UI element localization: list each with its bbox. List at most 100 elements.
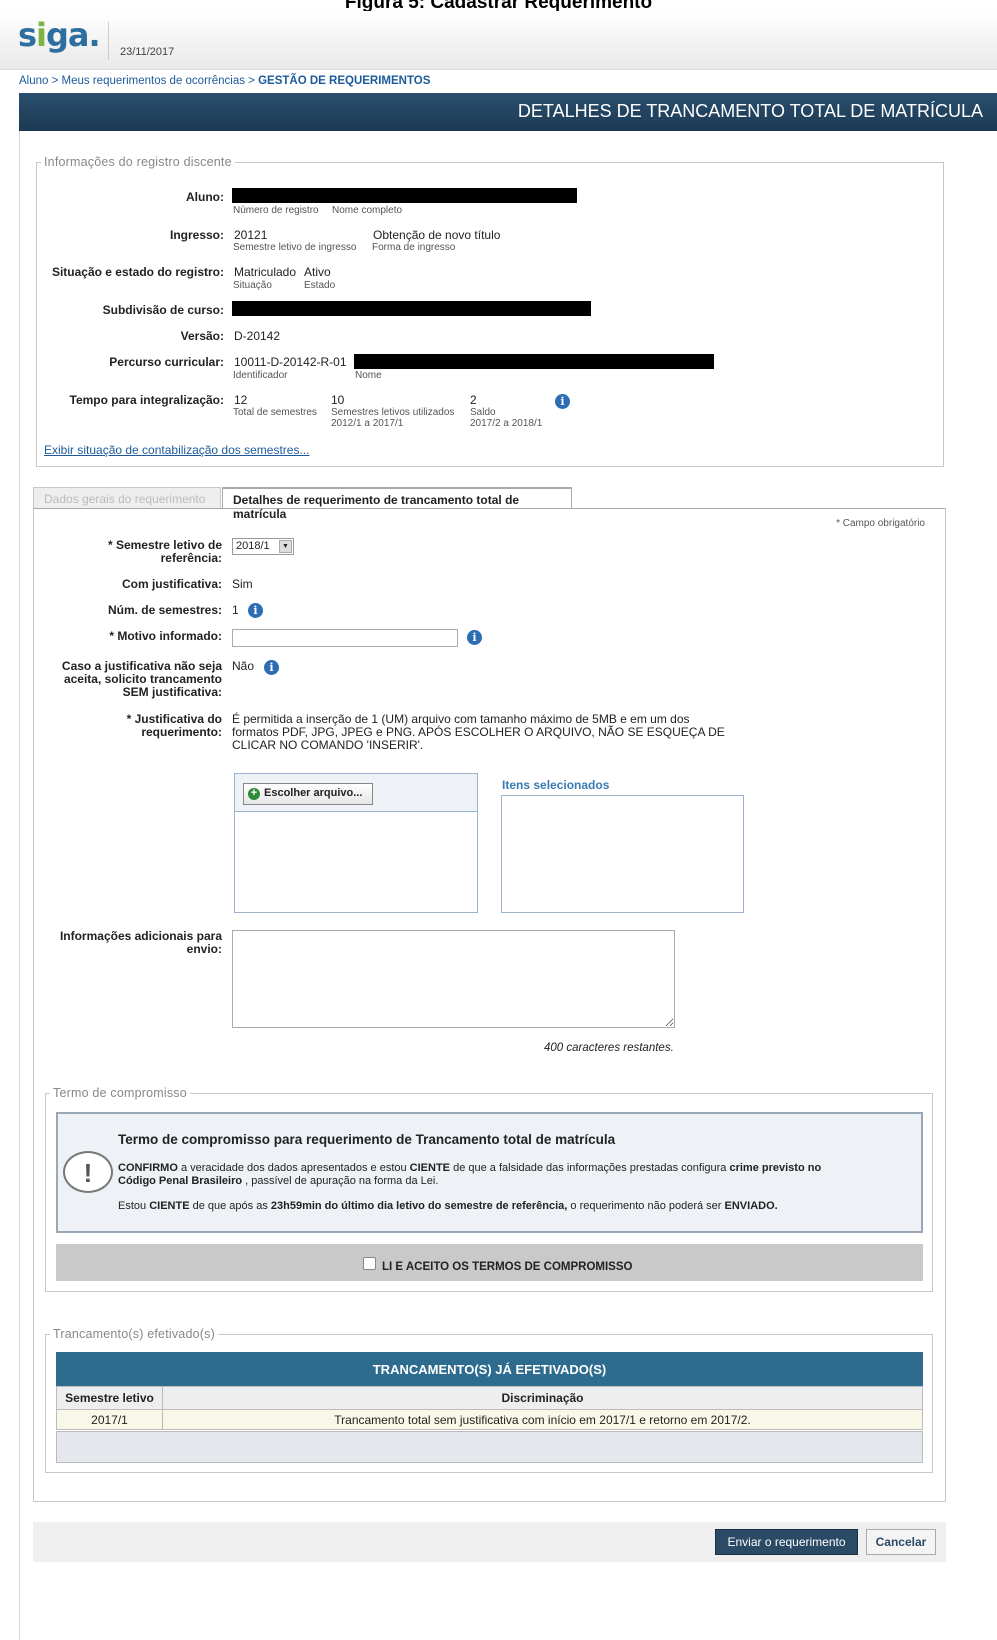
termo-crime: crime previsto no [729,1162,822,1174]
header-divider [108,22,109,60]
selected-items-list[interactable] [501,795,744,913]
semestre-label-line2: referência: [160,551,222,565]
just-req-label-line1: * Justificativa do [126,712,222,726]
caso-justificativa-value: Não [232,659,255,673]
subdivisao-label: Subdivisão de curso: [102,303,224,317]
breadcrumb-current: GESTÃO DE REQUERIMENTOS [258,75,431,87]
siga-logo[interactable]: siga. [18,16,101,54]
justificativa-instructions: É permitida a inserção de 1 (UM) arquivo… [232,713,732,752]
termo-text: , passível de apuração na forma da Lei. [242,1175,439,1187]
tempo-saldo: 2 [470,393,477,407]
accept-terms-label[interactable]: LI E ACEITO OS TERMOS DE COMPROMISSO [382,1261,632,1273]
send-request-button[interactable]: Enviar o requerimento [715,1529,858,1555]
versao-value: D-20142 [234,329,281,343]
num-semestres-label: Núm. de semestres: [107,603,222,617]
accept-terms-bar: LI E ACEITO OS TERMOS DE COMPROMISSO [56,1244,923,1281]
caso-label-line3: SEM justificativa: [122,685,222,699]
table-row: 2017/1 Trancamento total sem justificati… [56,1409,923,1430]
choose-file-label: Escolher arquivo... [264,787,363,799]
tempo-sub-total: Total de semestres [233,407,317,418]
trancamentos-legend: Trancamento(s) efetivado(s) [53,1327,215,1341]
ingresso-sub-semestre: Semestre letivo de ingresso [233,242,357,253]
semestre-selected-value: 2018/1 [236,540,270,552]
estado-value: Ativo [304,265,331,279]
file-upload-header: + Escolher arquivo... [235,774,477,812]
termo-paragraph-1: CONFIRMO a veracidade dos dados apresent… [118,1162,908,1188]
breadcrumb-meus-requerimentos[interactable]: Meus requerimentos de ocorrências [62,75,245,87]
tempo-label: Tempo para integralização: [69,393,224,407]
choose-file-button[interactable]: + Escolher arquivo... [243,783,373,805]
ingresso-forma: Obtenção de novo título [373,228,501,242]
required-note: * Campo obrigatório [836,518,925,529]
percurso-value: 10011-D-20142-R-01 [234,355,347,369]
tab-detalhes-trancamento[interactable]: Detalhes de requerimento de trancamento … [222,487,572,521]
termo-enviado: ENVIADO. [724,1200,778,1212]
instructions-line2: formatos PDF, JPG, JPEG e PNG. APÓS ESCO… [232,725,725,739]
termo-box: ! Termo de compromisso para requerimento… [56,1112,923,1233]
termo-prazo: 23h59min do último dia letivo do semestr… [270,1200,568,1212]
aluno-sub-registro: Número de registro [233,205,319,216]
top-header [0,11,997,70]
instructions-line1: É permitida a inserção de 1 (UM) arquivo… [232,712,690,726]
header-date: 23/11/2017 [120,46,175,58]
accept-terms-checkbox[interactable] [363,1257,376,1270]
situacao-value: Matriculado [234,265,297,279]
aluno-sub-nome: Nome completo [332,205,403,216]
termo-codigo-penal: Código Penal Brasileiro [118,1175,243,1187]
row-discriminacao: Trancamento total sem justificativa com … [162,1409,923,1430]
trancamentos-table-footer [56,1431,923,1463]
num-semestres-value: 1 [232,603,239,617]
breadcrumb-separator: > [48,75,62,87]
row-semestre: 2017/1 [56,1409,163,1430]
ingresso-semestre: 20121 [234,228,268,242]
caso-label-line1: Caso a justificativa não seja [61,659,222,673]
plus-icon: + [248,788,260,800]
termo-ciente: CIENTE [409,1162,451,1174]
breadcrumb: Aluno > Meus requerimentos de ocorrência… [19,75,430,87]
motivo-input[interactable] [232,629,458,647]
caso-label-line2: aceita, solicito trancamento [63,672,222,686]
aluno-label: Aluno: [186,190,224,204]
tab-dados-gerais[interactable]: Dados gerais do requerimento [33,487,221,509]
trancamentos-table-title: TRANCAMENTO(S) JÁ EFETIVADO(S) [56,1352,923,1386]
tempo-info-icon[interactable]: i [555,394,570,409]
tempo-sub-utilizados: Semestres letivos utilizados [331,407,455,418]
file-upload-area[interactable]: + Escolher arquivo... [234,773,478,913]
termo-paragraph-2: Estou CIENTE de que após as 23h59min do … [118,1200,908,1212]
termo-title: Termo de compromisso para requerimento d… [118,1132,616,1147]
caso-info-icon[interactable]: i [264,660,279,675]
versao-label: Versão: [180,329,224,343]
termo-text: o requerimento não poderá ser [567,1200,725,1212]
semestre-label-line1: * Semestre letivo de [107,538,222,552]
chevron-down-icon: ▼ [279,540,292,553]
exibir-contabilizacao-link[interactable]: Exibir situação de contabilização dos se… [44,443,309,457]
col-discriminacao: Discriminação [162,1386,923,1410]
ingresso-sub-forma: Forma de ingresso [372,242,456,253]
percurso-sub-nome: Nome [355,370,382,381]
info-adicionais-label: Informações adicionais para envio: [40,930,222,956]
tempo-sub-saldo: Saldo [470,407,496,418]
semestre-select[interactable]: 2018/1 ▼ [232,538,294,555]
termo-text: a veracidade dos dados apresentados e es… [177,1162,410,1174]
ingresso-label: Ingresso: [169,228,224,242]
redacted-subdivisao [232,301,591,316]
termo-confirmo: CONFIRMO [118,1162,178,1174]
percurso-sub-identificador: Identificador [233,370,288,381]
situacao-sub: Situação [233,280,272,291]
breadcrumb-separator: > [244,75,259,87]
termo-legend: Termo de compromisso [53,1086,187,1100]
estado-sub: Estado [304,280,336,291]
page-title: DETALHES DE TRANCAMENTO TOTAL DE MATRÍCU… [19,93,997,131]
percurso-label: Percurso curricular: [109,355,224,369]
registro-legend: Informações do registro discente [44,155,232,169]
termo-text: Estou [118,1200,150,1212]
cancel-button[interactable]: Cancelar [866,1529,936,1555]
num-semestres-info-icon[interactable]: i [248,603,263,618]
info-adicionais-textarea[interactable] [232,930,675,1028]
selected-items-title: Itens selecionados [502,778,610,792]
termo-text: de que após as [189,1200,271,1212]
redacted-aluno [232,188,577,203]
tempo-sub-saldo-range: 2017/2 a 2018/1 [470,418,543,429]
motivo-info-icon[interactable]: i [467,630,482,645]
breadcrumb-aluno[interactable]: Aluno [19,75,48,87]
